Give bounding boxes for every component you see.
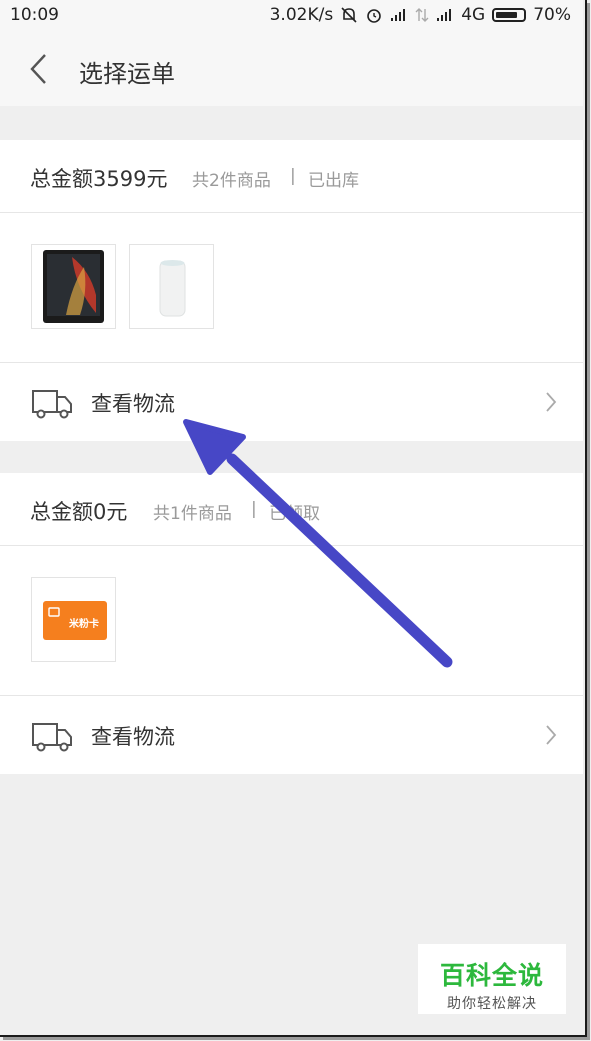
order-status: 已出库 [308,171,359,191]
network-type: 4G [461,5,486,25]
data-transfer-icon [415,8,429,22]
view-logistics-row[interactable]: 查看物流 [0,696,583,774]
item-count: 共2件商品 [192,171,271,191]
watermark-title: 百科全说 [439,961,544,990]
view-logistics-label: 查看物流 [91,725,175,749]
separator: | [251,499,257,519]
battery-percent: 70% [533,5,571,25]
truck-icon [32,390,72,419]
signal-icon [391,9,406,21]
view-logistics-row[interactable]: 查看物流 [0,363,583,441]
phone-image-icon [43,250,104,323]
phone-screen: 10:09 3.02K/s 4G 70% 选择运单 总金额3599元 共2件商品… [0,0,587,1037]
page-title: 选择运单 [79,60,175,88]
battery-icon [492,8,527,22]
product-thumbnail-speaker[interactable] [129,244,214,329]
view-logistics-label: 查看物流 [91,392,175,416]
status-bar: 10:09 3.02K/s 4G 70% [0,0,583,30]
item-count: 共1件商品 [153,504,232,524]
status-time: 10:09 [10,5,59,25]
product-list: 米粉卡 [0,546,583,696]
sim-card-image-icon: 米粉卡 [43,601,107,640]
order-total: 总金额0元 [30,500,128,524]
order-card: 总金额3599元 共2件商品 | 已出库 查看物流 [0,140,583,441]
sim-card-label: 米粉卡 [69,617,99,630]
alarm-icon [367,9,382,23]
watermark-logo: 百科全说 助你轻松解决 [418,944,566,1014]
chevron-right-icon [546,392,557,412]
back-arrow-icon[interactable] [26,52,52,86]
product-thumbnail-phone[interactable] [31,244,116,329]
watermark-subtitle: 助你轻松解决 [447,996,537,1012]
order-status: 已领取 [269,504,320,524]
header-bar: 选择运单 [0,30,583,106]
speaker-image-icon [159,260,186,317]
product-list [0,213,583,363]
mute-bell-icon [341,7,357,23]
truck-icon [32,723,72,752]
product-thumbnail-sim-card[interactable]: 米粉卡 [31,577,116,662]
signal-icon-2 [437,9,452,21]
order-summary: 总金额0元 共1件商品 | 已领取 [0,473,583,546]
order-total: 总金额3599元 [30,167,168,191]
status-icons: 3.02K/s 4G 70% [270,5,571,25]
order-card: 总金额0元 共1件商品 | 已领取 米粉卡 查看物流 [0,473,583,774]
chevron-right-icon [546,725,557,745]
order-summary: 总金额3599元 共2件商品 | 已出库 [0,140,583,213]
network-speed: 3.02K/s [269,5,334,25]
separator: | [290,166,296,186]
